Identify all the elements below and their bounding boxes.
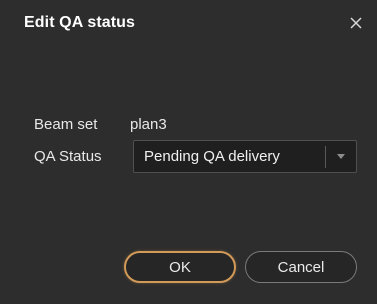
qa-status-select[interactable]: Pending QA delivery [133,140,357,173]
chevron-down-icon[interactable] [326,141,356,172]
beam-set-value: plan3 [130,116,167,133]
close-button[interactable] [345,12,367,34]
ok-button[interactable]: OK [124,251,236,283]
cancel-button[interactable]: Cancel [245,251,357,283]
edit-qa-status-dialog: Edit QA status Beam set plan3 QA Status … [0,0,377,304]
qa-status-selected-value: Pending QA delivery [144,148,280,165]
qa-status-label: QA Status [34,148,102,165]
beam-set-label: Beam set [34,116,98,133]
close-icon [349,16,363,30]
dialog-title: Edit QA status [24,14,136,31]
